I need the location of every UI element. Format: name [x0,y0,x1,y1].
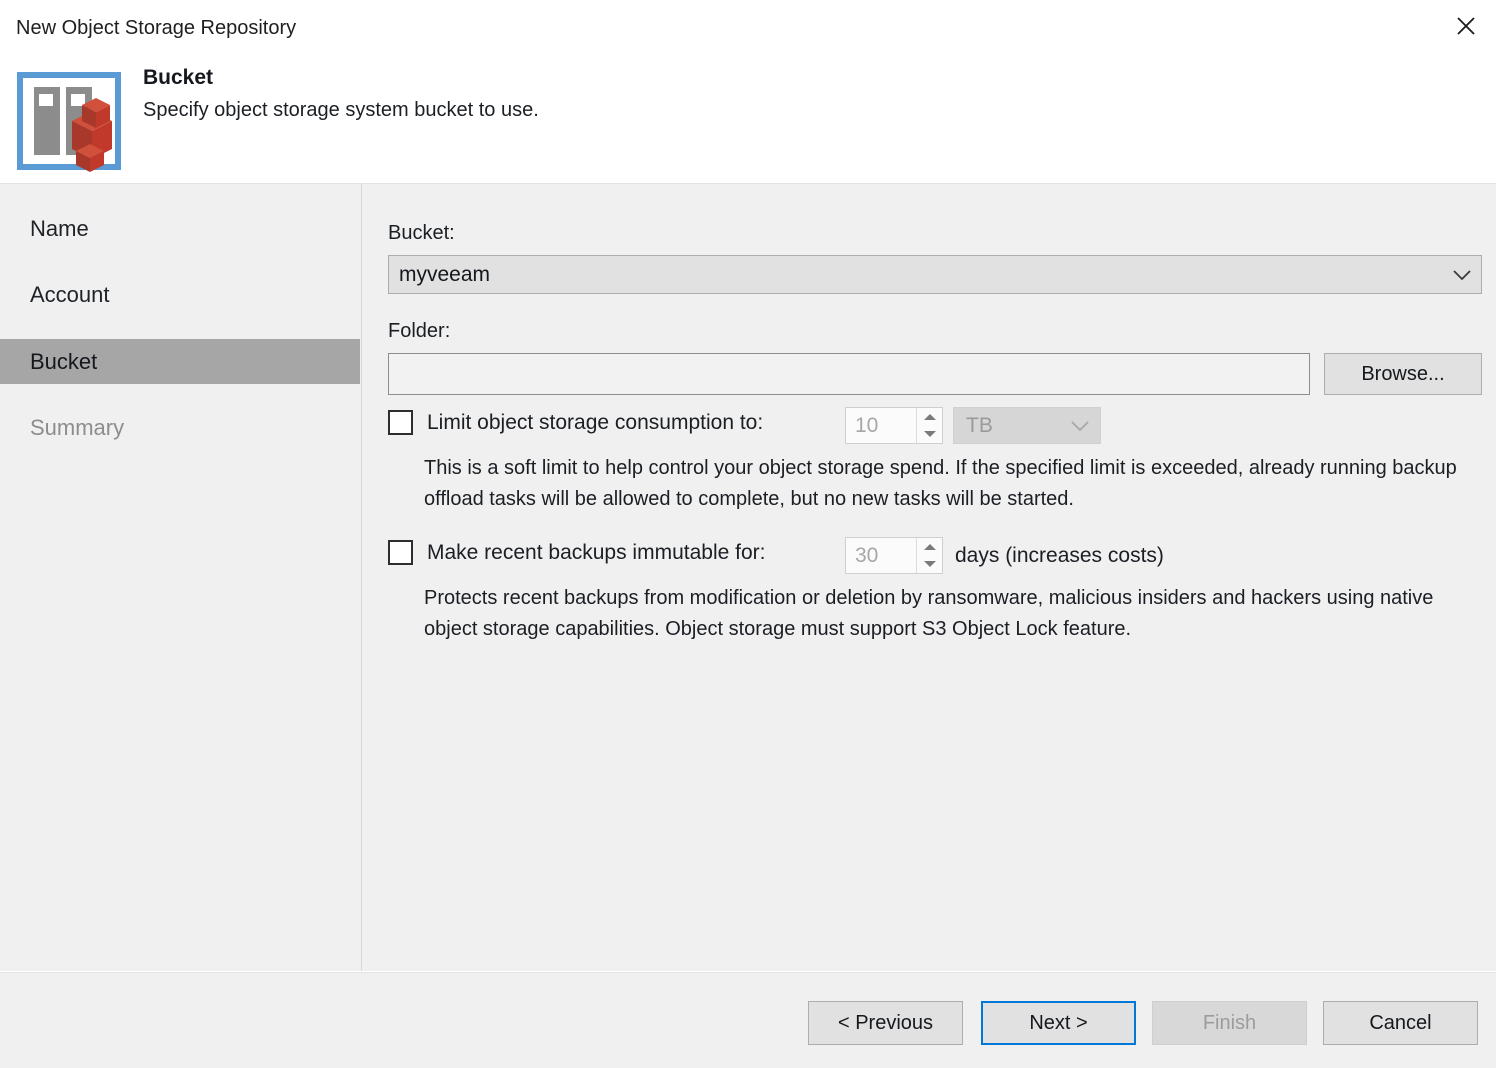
sidebar-item-label: Bucket [30,348,98,374]
page-subtitle: Specify object storage system bucket to … [143,99,539,121]
next-button[interactable]: Next > [981,1001,1136,1045]
browse-button[interactable]: Browse... [1324,353,1482,395]
wizard-body: Name Account Bucket Summary Bucket: myve… [0,184,1496,971]
stepper-increment-icon[interactable] [917,538,942,556]
sidebar-item-summary: Summary [0,405,360,450]
finish-button: Finish [1152,1001,1307,1045]
stepper-buttons[interactable] [916,408,942,443]
page-title: Bucket [143,66,214,89]
immutability-days-stepper[interactable]: 30 [845,537,943,574]
limit-unit-value: TB [966,413,993,437]
close-icon[interactable] [1444,6,1488,46]
sidebar-item-label: Name [30,215,89,241]
object-storage-repository-icon [10,65,122,175]
previous-button[interactable]: < Previous [808,1001,963,1045]
immutability-label: Make recent backups immutable for: [427,540,766,564]
wizard-steps-sidebar: Name Account Bucket Summary [0,184,360,971]
immutability-days-value: 30 [855,543,879,567]
sidebar-item-label: Summary [30,414,125,440]
sidebar-item-account[interactable]: Account [0,272,360,317]
header-text-block: Bucket Specify object storage system buc… [143,65,539,123]
content-panel: Bucket: myveeam Folder: Browse... Limit … [362,184,1496,971]
stepper-buttons[interactable] [916,538,942,573]
folder-input[interactable] [388,353,1310,395]
sidebar-item-bucket[interactable]: Bucket [0,339,360,384]
footer-divider [0,972,1496,973]
chevron-down-icon [1060,420,1100,432]
wizard-footer: < Previous Next > Finish Cancel [0,971,1496,1068]
immutability-row: Make recent backups immutable for: [388,540,765,565]
limit-consumption-checkbox[interactable] [388,410,413,435]
stepper-decrement-icon[interactable] [917,426,942,444]
sidebar-item-name[interactable]: Name [0,206,360,251]
limit-unit-combobox: TB [953,407,1101,444]
title-bar: New Object Storage Repository [0,0,1496,57]
limit-amount-stepper[interactable]: 10 [845,407,943,444]
limit-consumption-description: This is a soft limit to help control you… [424,457,1457,510]
bucket-selected-value: myveeam [399,262,491,286]
limit-amount-value: 10 [855,413,879,437]
immutability-description: Protects recent backups from modificatio… [424,587,1434,640]
chevron-down-icon[interactable] [1443,269,1481,281]
limit-consumption-row: Limit object storage consumption to: [388,410,763,435]
immutability-checkbox[interactable] [388,540,413,565]
window-title: New Object Storage Repository [16,17,297,39]
wizard-header: Bucket Specify object storage system buc… [0,57,1496,184]
bucket-combobox[interactable]: myveeam [388,255,1482,294]
sidebar-item-label: Account [30,281,110,307]
limit-consumption-label: Limit object storage consumption to: [427,410,764,434]
immutability-days-suffix: days (increases costs) [955,544,1164,567]
stepper-increment-icon[interactable] [917,408,942,426]
cancel-button[interactable]: Cancel [1323,1001,1478,1045]
bucket-label: Bucket: [388,222,455,244]
folder-label: Folder: [388,320,451,342]
stepper-decrement-icon[interactable] [917,556,942,574]
